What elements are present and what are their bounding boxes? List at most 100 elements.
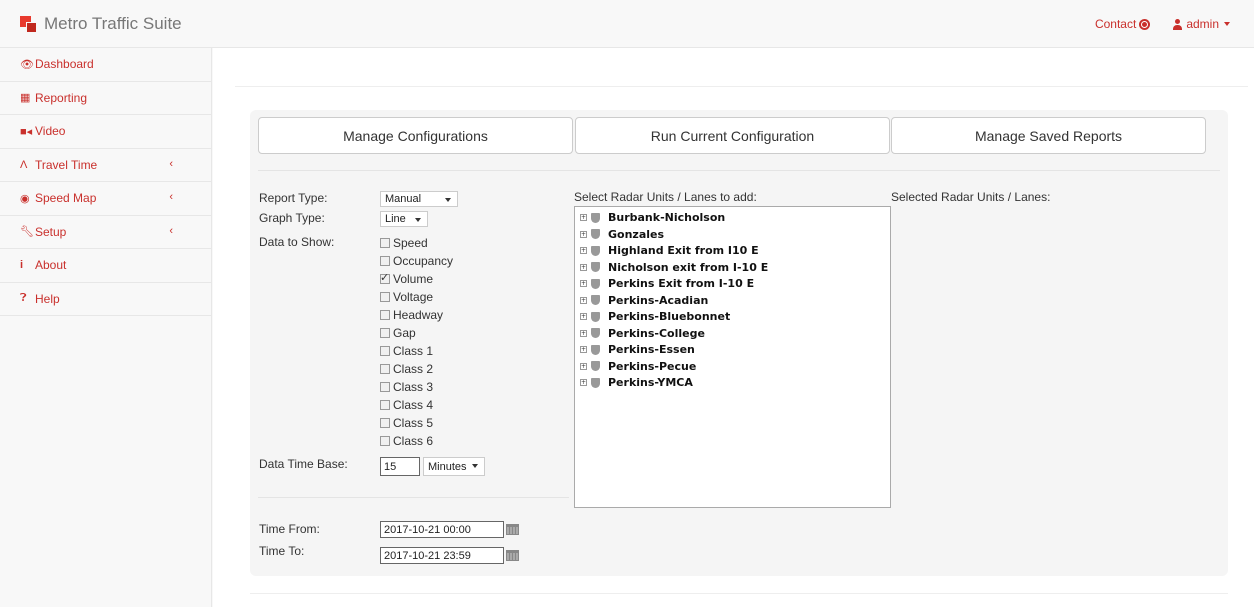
- tree-item[interactable]: + Perkins-Acadian: [580, 294, 708, 307]
- report-type-select[interactable]: Manual: [380, 191, 458, 207]
- shield-icon: [591, 295, 600, 305]
- checkbox[interactable]: [380, 400, 390, 410]
- question-circle-icon: ❓︎: [20, 292, 27, 305]
- expand-icon[interactable]: +: [580, 280, 587, 287]
- sidebar-item-video[interactable]: ■◂ Video: [0, 115, 211, 149]
- tree-item[interactable]: + Perkins Exit from I-10 E: [580, 277, 754, 290]
- calendar-icon[interactable]: [506, 524, 519, 535]
- caret-down-icon: [1224, 22, 1230, 26]
- expand-icon[interactable]: +: [580, 379, 587, 386]
- checkbox-label: Class 2: [393, 362, 434, 376]
- divider: [250, 593, 1228, 594]
- checkbox-label: Class 1: [393, 344, 434, 358]
- sidebar-item-setup[interactable]: 🔧︎ Setup ‹: [0, 216, 211, 249]
- tree-item[interactable]: + Burbank-Nicholson: [580, 211, 725, 224]
- checkbox[interactable]: [380, 238, 390, 248]
- contact-link[interactable]: Contact: [1095, 17, 1151, 31]
- tree-item[interactable]: + Nicholson exit from I-10 E: [580, 261, 768, 274]
- data-option-class-4[interactable]: Class 4: [380, 398, 433, 412]
- expand-icon[interactable]: +: [580, 313, 587, 320]
- data-option-class-3[interactable]: Class 3: [380, 380, 433, 394]
- caret-down-icon: [472, 464, 478, 468]
- data-option-gap[interactable]: Gap: [380, 326, 416, 340]
- tree-item[interactable]: + Perkins-YMCA: [580, 376, 693, 389]
- expand-icon[interactable]: +: [580, 362, 587, 370]
- expand-icon[interactable]: +: [580, 329, 587, 337]
- sidebar-item-dashboard[interactable]: 👁 Dashboard: [0, 48, 211, 82]
- tree-item[interactable]: + Highland Exit from I10 E: [580, 244, 759, 257]
- checkbox[interactable]: [380, 436, 390, 446]
- sidebar-item-label: Speed Map: [35, 191, 97, 206]
- checkbox-checked[interactable]: [380, 271, 390, 284]
- tab-manage-configurations[interactable]: Manage Configurations: [258, 117, 573, 154]
- data-option-class-5[interactable]: Class 5: [380, 416, 433, 430]
- data-option-speed[interactable]: Speed: [380, 236, 428, 250]
- report-panel: Manage Configurations Run Current Config…: [250, 110, 1228, 576]
- chevron-left-icon: ‹: [169, 191, 173, 203]
- checkbox[interactable]: [380, 418, 390, 428]
- tree-item[interactable]: + Perkins-College: [580, 327, 705, 340]
- calendar-icon[interactable]: [506, 550, 519, 561]
- data-to-show-label: Data to Show:: [259, 235, 335, 249]
- data-option-occupancy[interactable]: Occupancy: [380, 254, 453, 268]
- data-option-class-6[interactable]: Class 6: [380, 434, 433, 448]
- sidebar-item-help[interactable]: ❓︎ Help: [0, 283, 211, 316]
- tab-run-current-configuration[interactable]: Run Current Configuration: [575, 117, 890, 154]
- expand-icon[interactable]: +: [580, 247, 587, 254]
- radar-units-tree[interactable]: + Burbank-Nicholson + Gonzales + Highland E…: [574, 206, 891, 508]
- checkbox[interactable]: [380, 364, 390, 374]
- time-to-input[interactable]: 2017-10-21 23:59: [380, 547, 504, 564]
- brand[interactable]: Metro Traffic Suite: [20, 14, 182, 34]
- divider: [258, 170, 1220, 171]
- time-base-unit-select[interactable]: Minutes: [423, 457, 485, 476]
- tab-manage-saved-reports[interactable]: Manage Saved Reports: [891, 117, 1206, 154]
- tree-item-label: Perkins Exit from I-10 E: [608, 277, 755, 290]
- data-option-class-2[interactable]: Class 2: [380, 362, 433, 376]
- sidebar-item-label: Travel Time: [35, 157, 98, 172]
- tree-item[interactable]: + Perkins-Pecue: [580, 360, 696, 373]
- graph-type-select[interactable]: Line: [380, 211, 428, 227]
- data-option-voltage[interactable]: Voltage: [380, 290, 433, 304]
- divider: [258, 497, 569, 498]
- data-option-class-1[interactable]: Class 1: [380, 344, 433, 358]
- wrench-icon: 🔧︎: [20, 226, 34, 239]
- sidebar-item-about[interactable]: i About: [0, 249, 211, 283]
- checkbox[interactable]: [380, 292, 390, 302]
- time-base-label: Data Time Base:: [259, 457, 348, 471]
- user-menu[interactable]: admin: [1172, 17, 1230, 31]
- tree-item[interactable]: + Gonzales: [580, 228, 664, 241]
- tree-item[interactable]: + Perkins-Essen: [580, 343, 695, 356]
- sidebar-item-travel-time[interactable]: Λ Travel Time ‹: [0, 149, 211, 182]
- time-base-input[interactable]: 15: [380, 457, 420, 476]
- checkbox[interactable]: [380, 256, 390, 266]
- data-option-volume[interactable]: Volume: [380, 271, 434, 286]
- data-option-headway[interactable]: Headway: [380, 308, 443, 322]
- video-camera-icon: ■◂: [20, 125, 33, 138]
- checkbox-label: Volume: [393, 272, 434, 286]
- caret-down-icon: [415, 218, 421, 222]
- sidebar-item-speed-map[interactable]: ◉ Speed Map ‹: [0, 182, 211, 216]
- checkbox-label: Speed: [393, 236, 428, 250]
- sidebar-item-reporting[interactable]: ▦ Reporting: [0, 82, 211, 115]
- expand-icon[interactable]: +: [580, 346, 587, 353]
- info-icon: i: [20, 259, 24, 272]
- time-to-label: Time To:: [259, 544, 305, 558]
- checkbox-label: Class 5: [393, 416, 434, 430]
- divider: [235, 86, 1248, 87]
- checkbox[interactable]: [380, 346, 390, 356]
- graph-type-value: Line: [385, 213, 406, 225]
- time-base-unit-value: Minutes: [428, 460, 467, 473]
- checkbox[interactable]: [380, 328, 390, 338]
- checkbox[interactable]: [380, 382, 390, 392]
- tree-item-label: Perkins-Essen: [608, 343, 695, 356]
- report-type-value: Manual: [385, 193, 422, 205]
- checkbox-label: Class 6: [393, 434, 434, 448]
- tree-item[interactable]: + Perkins-Bluebonnet: [580, 310, 730, 323]
- chevron-left-icon: ‹: [169, 157, 173, 170]
- expand-icon[interactable]: +: [580, 214, 587, 221]
- checkbox[interactable]: [380, 310, 390, 320]
- expand-icon[interactable]: +: [580, 230, 587, 238]
- expand-icon[interactable]: +: [580, 296, 587, 304]
- time-from-input[interactable]: 2017-10-21 00:00: [380, 521, 504, 538]
- expand-icon[interactable]: +: [580, 263, 587, 271]
